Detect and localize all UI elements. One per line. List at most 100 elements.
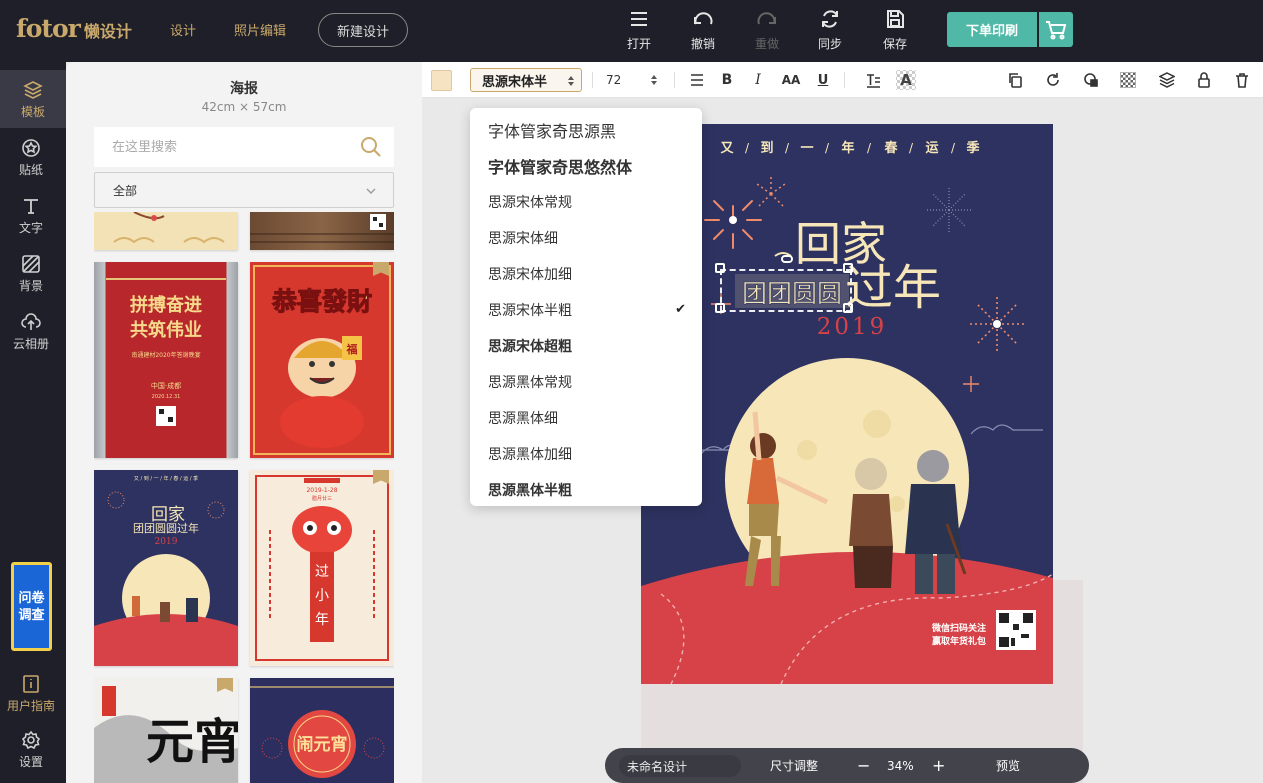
font-option[interactable]: 思源宋体细 [470, 220, 702, 256]
bold-button[interactable]: B [720, 71, 734, 89]
qr-caption-1[interactable]: 微信扫码关注 [931, 622, 986, 634]
lock-button[interactable] [1196, 71, 1212, 89]
cart-icon [1046, 20, 1067, 39]
qr-caption-2[interactable]: 赢取年货礼包 [932, 635, 986, 647]
sidenav-cloud-album[interactable]: 云相册 [0, 312, 62, 362]
font-option[interactable]: 思源黑体加细 [470, 436, 702, 472]
sidenav-background[interactable]: 背景 [0, 254, 62, 304]
thumb-title-1: 拼搏奋进 [130, 294, 202, 316]
thumb-year: 2019 [155, 537, 178, 547]
checkmark-icon: ✔ [675, 302, 686, 317]
font-size-input[interactable]: 72 [606, 70, 658, 90]
thumb-char-1: 过 [315, 564, 329, 580]
format-toolbar: 思源宋体半 72 B I AA U A [422, 62, 1263, 98]
sync-icon [822, 10, 838, 28]
italic-button[interactable]: I [752, 71, 764, 89]
save-label: 保存 [882, 37, 907, 51]
thumb-footer: 中国·成都 [151, 381, 181, 390]
template-thumb[interactable]: 又 / 到 / 一 / 年 / 春 / 运 / 季 回家 团团圆圆过年 2019 [94, 470, 238, 666]
poster-title-newyear[interactable]: 过年 [845, 260, 941, 316]
nav-photo-edit[interactable]: 照片编辑 [234, 20, 286, 39]
search-icon[interactable] [360, 136, 382, 158]
template-thumb[interactable]: 恭喜發財 福 [250, 262, 394, 458]
zoom-in-button[interactable]: + [932, 748, 945, 783]
sidenav-user-guide[interactable]: 用户指南 [0, 674, 62, 724]
sidenav-label: 用户指南 [6, 699, 55, 713]
bottom-bar: 未命名设计 尺寸调整 − 34% + 预览 [605, 748, 1089, 783]
sidenav-settings[interactable]: 设置 [0, 730, 62, 780]
font-option[interactable]: 思源宋体加细 [470, 256, 702, 292]
sidenav-text[interactable]: 文字 [0, 196, 62, 246]
font-option[interactable]: 思源黑体常规 [470, 364, 702, 400]
font-option[interactable]: 思源黑体半粗 [470, 472, 702, 506]
template-thumb[interactable]: 闹元宵 [250, 678, 394, 783]
zoom-out-button[interactable]: − [857, 748, 870, 783]
shape-button[interactable] [1082, 71, 1100, 89]
nav-design[interactable]: 设计 [170, 20, 196, 39]
slogan-char: 春 [883, 140, 898, 156]
top-bar: fotor 懒设计 设计 照片编辑 新建设计 打开 撤销 重做 同步 保存 下单… [0, 0, 1263, 62]
template-thumb[interactable]: 元宵 [94, 678, 238, 783]
design-name-field[interactable]: 未命名设计 [619, 755, 741, 777]
category-select[interactable]: 全部 [94, 172, 394, 208]
print-order-button[interactable]: 下单印刷 [947, 12, 1037, 47]
text-color-swatch[interactable] [431, 70, 452, 91]
spacing-button[interactable] [864, 71, 882, 89]
font-option[interactable]: 思源宋体超粗 [470, 328, 702, 364]
slogan-char: 运 [925, 141, 938, 156]
toolbar-divider [674, 72, 675, 88]
poster-year[interactable]: 2019 [817, 314, 888, 340]
fotor-logo[interactable]: fotor 懒设计 [16, 14, 132, 44]
redo-label: 重做 [754, 37, 779, 51]
uppercase-button[interactable]: AA [779, 71, 803, 89]
font-option[interactable]: 字体管家奇思悠然体 [470, 148, 702, 184]
open-label: 打开 [626, 37, 651, 51]
font-family-select[interactable]: 思源宋体半 [470, 68, 582, 92]
resize-handle[interactable] [843, 263, 853, 273]
sidenav-stickers[interactable]: 贴纸 [0, 138, 62, 188]
fireworks-right-top [927, 188, 971, 232]
new-design-button[interactable]: 新建设计 [318, 13, 408, 47]
font-option[interactable]: 思源黑体细 [470, 400, 702, 436]
resize-handle[interactable] [715, 263, 725, 273]
sidenav-label: 模板 [20, 105, 45, 119]
template-thumb[interactable] [94, 212, 238, 250]
text-effect-button[interactable]: A [896, 70, 916, 90]
slogan-char: 一 [800, 141, 813, 156]
slogan-char: 季 [965, 140, 979, 156]
font-option[interactable]: 思源宋体常规 [470, 184, 702, 220]
align-button[interactable] [688, 71, 706, 89]
resize-handle[interactable] [715, 303, 725, 313]
save-button[interactable]: 保存 [873, 8, 917, 54]
open-button[interactable]: 打开 [617, 8, 661, 54]
qr-code[interactable] [996, 610, 1036, 650]
sync-button[interactable]: 同步 [808, 8, 852, 54]
rotate-handle[interactable] [781, 255, 793, 263]
template-thumb[interactable]: 拼搏奋进 共筑伟业 南通建材2020年答谢晚宴 中国·成都 2020.12.31 [94, 262, 238, 458]
preview-button[interactable]: 预览 [996, 748, 1020, 783]
template-thumb[interactable]: 2019-1-28 腊月廿三 过 小 年 [250, 470, 394, 666]
survey-button[interactable]: 问卷调查 [11, 562, 52, 651]
transparency-button[interactable] [1120, 72, 1136, 88]
settings-icon [21, 730, 41, 750]
thumb-small: 南通建材2020年答谢晚宴 [131, 351, 200, 359]
resize-handle[interactable] [843, 303, 853, 313]
underline-button[interactable]: U [815, 71, 831, 89]
font-option[interactable]: 字体管家奇思源黑 [470, 112, 702, 148]
layer-button[interactable] [1158, 71, 1176, 89]
lock-icon [1198, 72, 1210, 88]
text-selection-box[interactable] [720, 269, 852, 312]
cart-button[interactable] [1039, 12, 1073, 47]
undo-button[interactable]: 撤销 [681, 8, 725, 54]
duplicate-button[interactable] [1006, 71, 1024, 89]
resize-button[interactable]: 尺寸调整 [770, 748, 818, 783]
search-input[interactable] [112, 127, 352, 167]
poster-canvas[interactable]: 又 / 到 / 一 / 年 / 春 / 运 / 季 回家 过年 团团圆圆 201… [641, 124, 1053, 684]
redo-button[interactable]: 重做 [745, 8, 789, 54]
template-thumb[interactable] [250, 212, 394, 250]
delete-button[interactable] [1234, 71, 1250, 89]
font-option-selected[interactable]: 思源宋体半粗 ✔ [470, 292, 702, 328]
sidenav-templates[interactable]: 模板 [0, 70, 66, 128]
category-value: 全部 [113, 183, 138, 198]
rotate-button[interactable] [1044, 71, 1062, 89]
